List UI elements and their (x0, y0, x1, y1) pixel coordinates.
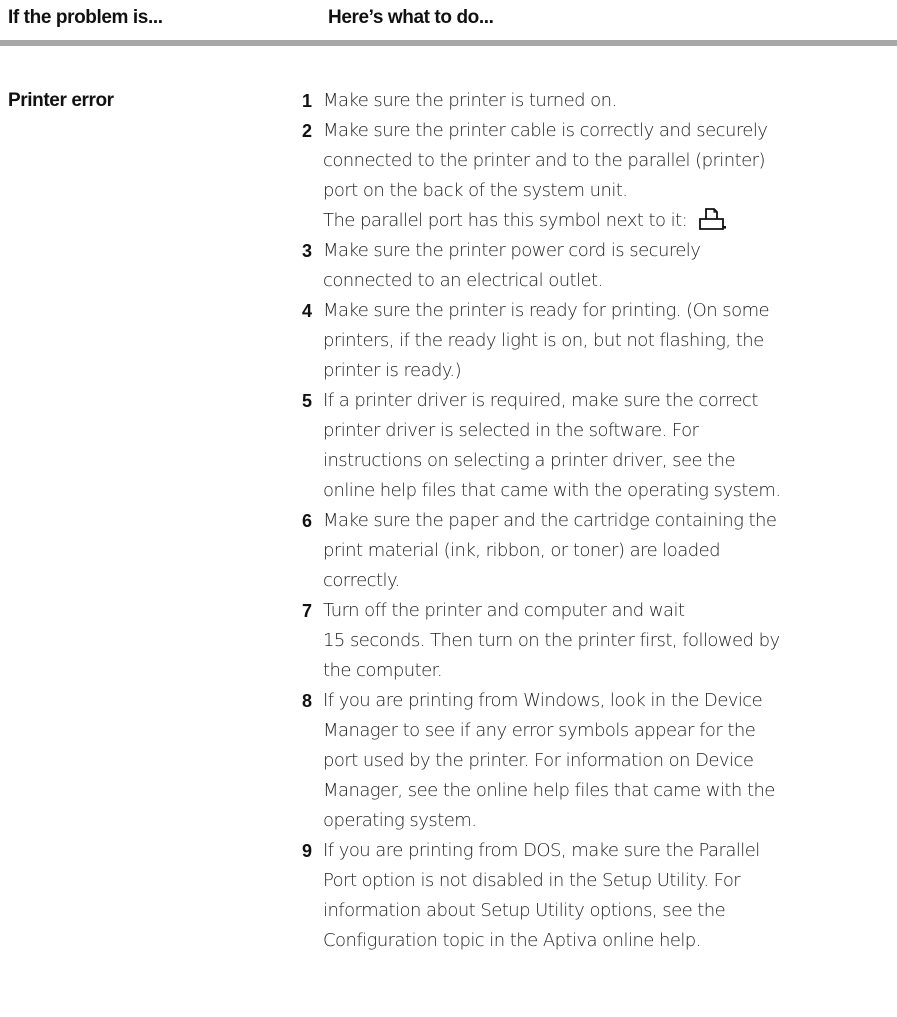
step-text-line: printers, if the ready light is on, but … (323, 330, 764, 351)
step-text: The parallel port has this symbol next t… (323, 210, 688, 231)
step-1: 1 Make sure the printer is turned on. (302, 86, 897, 116)
step-text-line: information about Setup Utility options,… (323, 900, 726, 921)
step-text-line: Make sure the printer power cord is secu… (323, 240, 701, 261)
step-text-line: If a printer driver is required, make su… (323, 390, 758, 411)
step-text-line: Make sure the printer is ready for print… (323, 300, 770, 321)
step-text-line: connected to the printer and to the para… (323, 150, 766, 171)
step-number: 8 (302, 691, 312, 711)
step-number: 2 (302, 121, 312, 141)
column-header-problem: If the problem is... (8, 7, 163, 28)
step-text-line: instructions on selecting a printer driv… (323, 450, 736, 471)
step-text-line: connected to an electrical outlet. (323, 270, 603, 291)
step-text-line: Port option is not disabled in the Setup… (323, 870, 741, 891)
step-text-line: port on the back of the system unit. (323, 180, 628, 201)
step-6: 6 Make sure the paper and the cartridge … (302, 506, 897, 596)
step-text-line: Manager, see the online help files that … (323, 780, 775, 801)
step-text-line: correctly. (323, 570, 400, 591)
step-text-line: Make sure the paper and the cartridge co… (323, 510, 777, 531)
step-number: 6 (302, 511, 312, 531)
step-9: 9 If you are printing from DOS, make sur… (302, 836, 897, 956)
step-text-line: printer driver is selected in the softwa… (323, 420, 699, 441)
step-number: 9 (302, 841, 312, 861)
step-3: 3 Make sure the printer power cord is se… (302, 236, 897, 296)
step-text-line: printer is ready.) (323, 360, 462, 381)
step-text-line: online help files that came with the ope… (323, 480, 781, 501)
solution-steps-list: 1 Make sure the printer is turned on. 2 … (302, 86, 897, 956)
step-text-line: the computer. (323, 660, 443, 681)
step-number: 1 (302, 91, 312, 111)
step-text-line: Manager to see if any error symbols appe… (323, 720, 756, 741)
step-4: 4 Make sure the printer is ready for pri… (302, 296, 897, 386)
step-number: 3 (302, 241, 312, 261)
table-header: If the problem is... Here’s what to do..… (0, 0, 897, 48)
step-text-line-with-icon: The parallel port has this symbol next t… (323, 206, 897, 236)
step-text-line: port used by the printer. For informatio… (323, 750, 754, 771)
step-text-line: If you are printing from Windows, look i… (323, 690, 763, 711)
step-5: 5 If a printer driver is required, make … (302, 386, 897, 506)
step-number: 7 (302, 601, 312, 621)
step-8: 8 If you are printing from Windows, look… (302, 686, 897, 836)
step-text-line: If you are printing from DOS, make sure … (323, 840, 760, 861)
step-2: 2 Make sure the printer cable is correct… (302, 116, 897, 236)
step-text-line: Make sure the printer cable is correctly… (323, 120, 768, 141)
step-number: 5 (302, 391, 312, 411)
step-text-line: 15 seconds. Then turn on the printer fir… (323, 630, 780, 651)
step-number: 4 (302, 301, 312, 321)
step-7: 7 Turn off the printer and computer and … (302, 596, 897, 686)
step-text-line: print material (ink, ribbon, or toner) a… (323, 540, 721, 561)
header-divider (0, 40, 897, 46)
step-text-line: Make sure the printer is turned on. (323, 90, 617, 111)
column-header-action: Here’s what to do... (328, 7, 494, 28)
step-text-line: Configuration topic in the Aptiva online… (323, 930, 701, 951)
step-text-line: Turn off the printer and computer and wa… (323, 600, 685, 621)
parallel-port-printer-icon (699, 208, 727, 230)
problem-label: Printer error (8, 90, 114, 111)
step-text-line: operating system. (323, 810, 477, 831)
